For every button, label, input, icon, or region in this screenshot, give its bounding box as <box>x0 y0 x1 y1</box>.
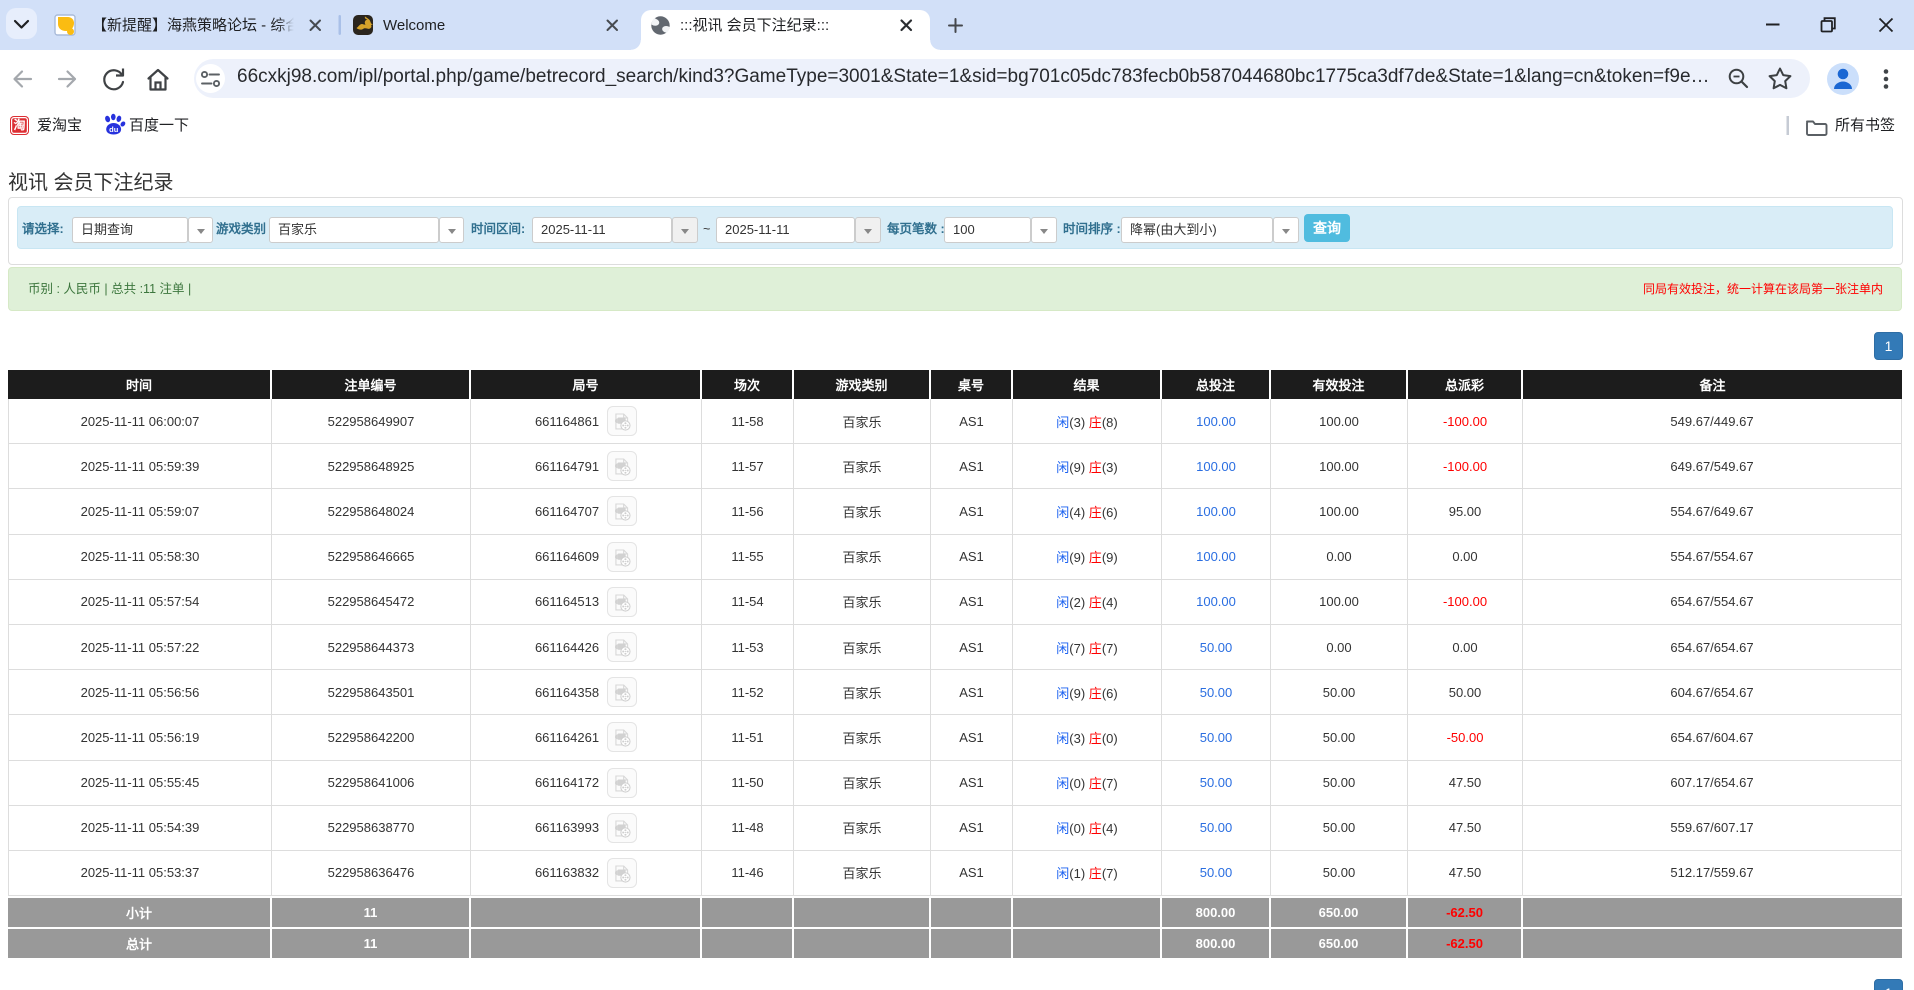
svg-text:du: du <box>109 125 119 134</box>
